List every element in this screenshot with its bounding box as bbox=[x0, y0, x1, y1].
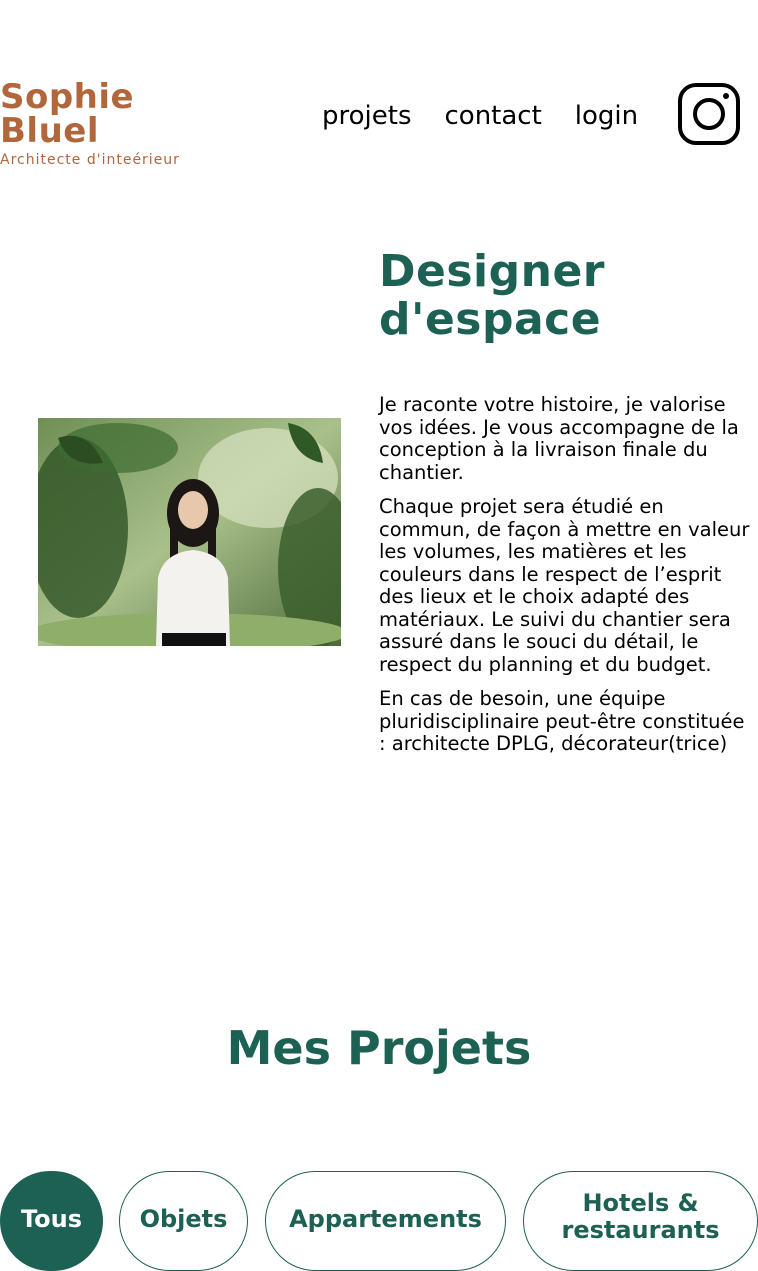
nav-link-contact[interactable]: contact bbox=[445, 96, 542, 136]
architect-photo bbox=[38, 418, 341, 646]
projects-title: Mes Projets bbox=[226, 1021, 532, 1075]
site-header: Sophie Bluel Architecte d'inteérieur pro… bbox=[0, 0, 758, 200]
filter-button-tous[interactable]: Tous bbox=[0, 1171, 103, 1271]
logo-subtitle: Architecte d'inteérieur bbox=[0, 152, 180, 168]
intro-title-line1: Designer bbox=[379, 246, 605, 297]
filter-button-hotels-restaurants[interactable]: Hotels & restaurants bbox=[523, 1171, 758, 1271]
instagram-icon[interactable] bbox=[677, 82, 741, 146]
intro-paragraph: Je raconte votre histoire, je valorise v… bbox=[379, 393, 739, 484]
intro-title: Designer d'espace bbox=[379, 248, 605, 344]
intro-text: Je raconte votre histoire, je valorise v… bbox=[379, 393, 757, 768]
intro-title-line2: d'espace bbox=[379, 294, 602, 345]
filter-button-objets[interactable]: Objets bbox=[119, 1171, 248, 1271]
filter-button-appartements[interactable]: Appartements bbox=[265, 1171, 506, 1271]
main-nav: projets contact login bbox=[322, 96, 671, 136]
logo[interactable]: Sophie Bluel Architecte d'inteérieur bbox=[0, 80, 180, 168]
intro-paragraph: Chaque projet sera étudié en commun, de … bbox=[379, 495, 750, 676]
logo-name-line2: Bluel bbox=[0, 111, 99, 151]
nav-link-projets[interactable]: projets bbox=[322, 96, 412, 136]
nav-link-login[interactable]: login bbox=[575, 96, 638, 136]
intro-paragraph: En cas de besoin, une équipe pluridiscip… bbox=[379, 687, 745, 755]
logo-name-line1: Sophie bbox=[0, 77, 135, 117]
